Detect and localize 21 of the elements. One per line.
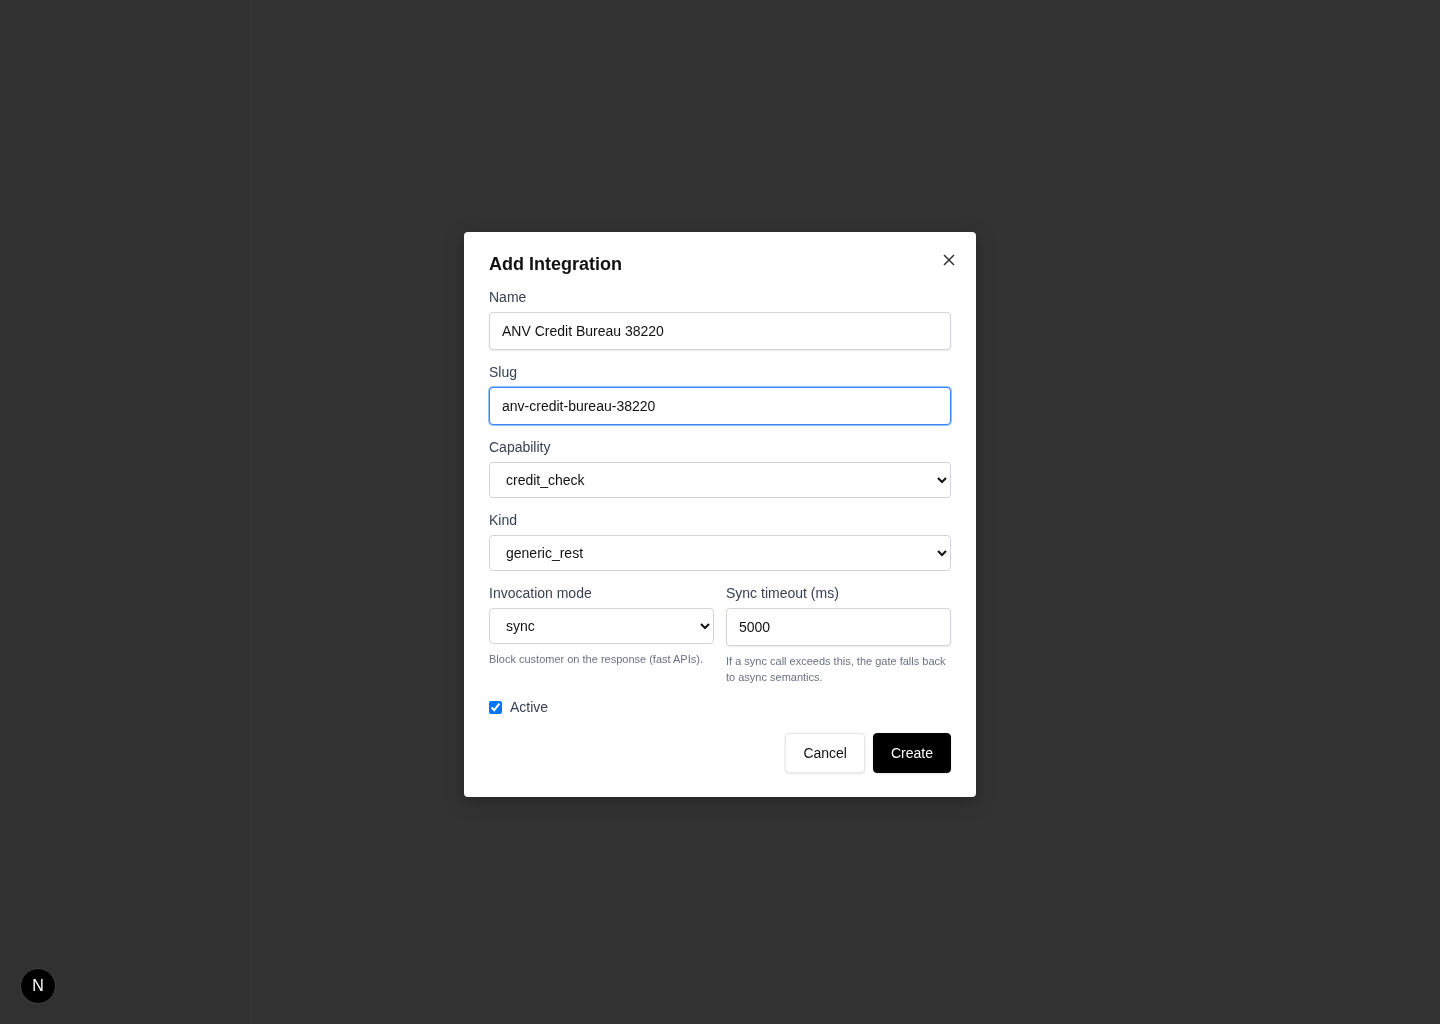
checkbox-label: Active bbox=[510, 699, 549, 715]
input-field[interactable]: anv-credit-bureau-38220 bbox=[489, 387, 951, 425]
close-button[interactable] bbox=[941, 252, 957, 268]
cancel-button[interactable]: Cancel bbox=[785, 733, 865, 773]
field-label: Name bbox=[489, 289, 528, 305]
input-field[interactable]: 5000 bbox=[726, 608, 951, 646]
active-checkbox[interactable] bbox=[489, 700, 502, 714]
field-label: Kind bbox=[489, 512, 519, 528]
create-button[interactable]: Create bbox=[872, 733, 951, 773]
field-label: Invocation mode bbox=[489, 585, 593, 601]
field-label: Capability bbox=[489, 439, 552, 455]
select-field[interactable]: generic_rest bbox=[489, 535, 951, 571]
help-text: If a sync call exceeds this, the gate falls back to async semantics. bbox=[726, 654, 947, 685]
select-field[interactable]: sync bbox=[489, 608, 714, 644]
field-label: Slug bbox=[489, 364, 519, 380]
input-field[interactable]: ANV Credit Bureau 38220 bbox=[489, 312, 951, 350]
close-icon bbox=[943, 254, 955, 266]
field-label: Sync timeout (ms) bbox=[726, 585, 840, 601]
help-text: Block customer on the response (fast APIs). bbox=[489, 652, 704, 667]
dialog-title: Add Integration bbox=[489, 254, 622, 275]
select-field[interactable]: credit_check bbox=[489, 462, 951, 498]
